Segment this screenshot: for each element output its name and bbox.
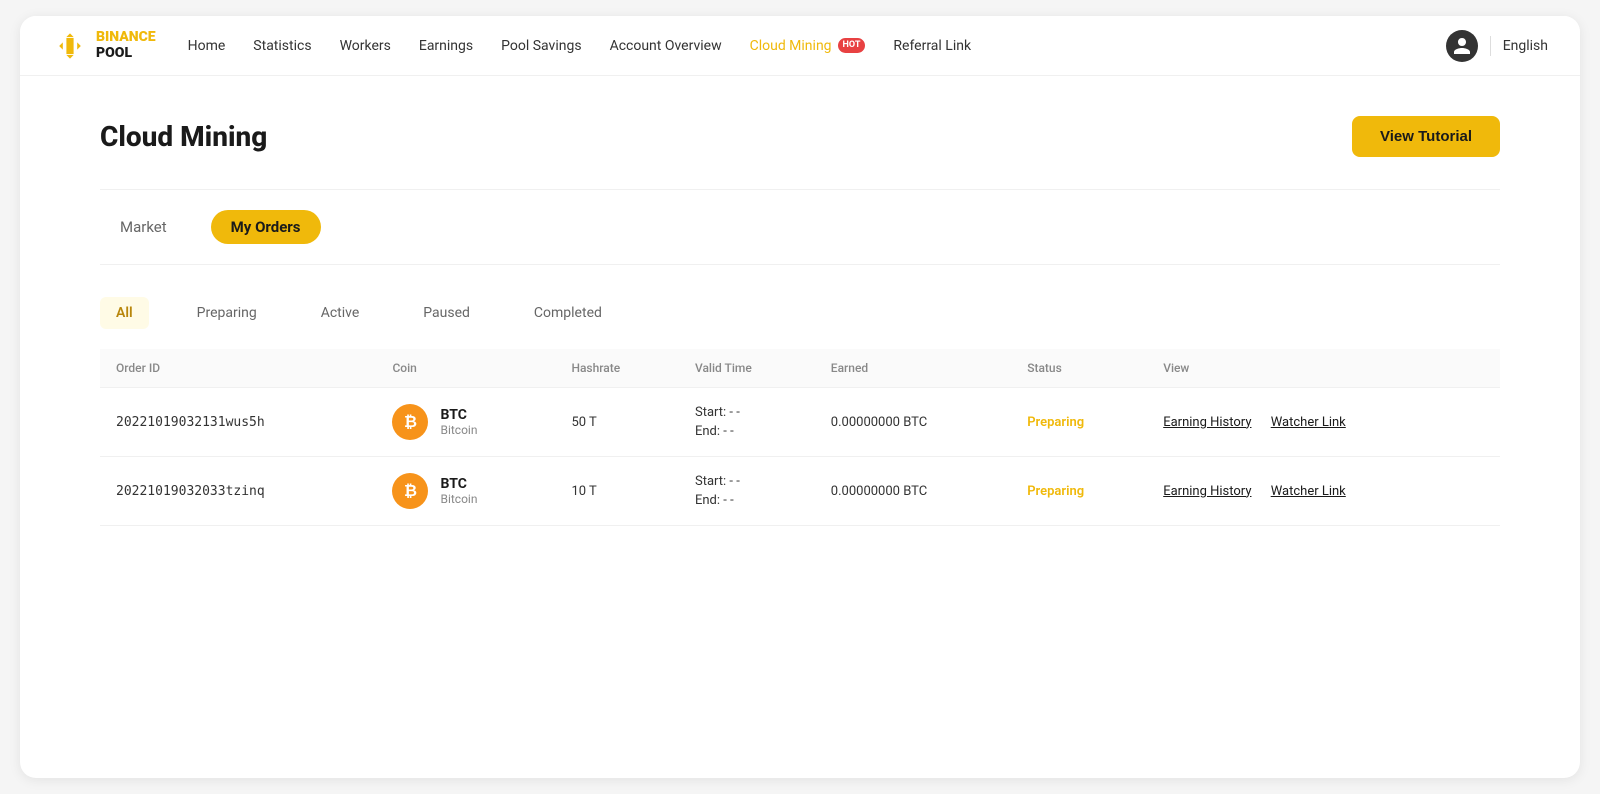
order-id-cell: 20221019032033tzinq [100,457,376,526]
coin-name: Bitcoin [440,423,477,437]
order-id-text: 20221019032033tzinq [116,484,265,499]
col-coin: Coin [376,349,555,388]
coin-info: BTC Bitcoin [440,407,477,437]
table-row: 20221019032131wus5h ₿ BTC Bitcoin 50 T [100,388,1500,457]
coin-name: Bitcoin [440,492,477,506]
nav-statistics[interactable]: Statistics [253,38,311,54]
nav-divider [1490,36,1491,56]
col-hashrate: Hashrate [555,349,679,388]
logo-text: BINANCE POOL [96,30,156,61]
nav-workers[interactable]: Workers [340,38,391,54]
nav-earnings[interactable]: Earnings [419,38,473,54]
page-wrapper: BINANCE POOL Home Statistics Workers Ear… [20,16,1580,778]
binance-logo-icon [52,28,88,64]
earning-history-link-2[interactable]: Earning History [1163,484,1251,499]
order-tabs: Market My Orders [100,189,1500,265]
navbar: BINANCE POOL Home Statistics Workers Ear… [20,16,1580,76]
valid-end: End: - - [695,493,799,508]
status-tab-active[interactable]: Active [305,297,376,329]
nav-links: Home Statistics Workers Earnings Pool Sa… [188,38,1446,54]
logo[interactable]: BINANCE POOL [52,28,156,64]
nav-account-overview[interactable]: Account Overview [610,38,722,54]
nav-referral-link[interactable]: Referral Link [893,38,971,54]
page-title: Cloud Mining [100,120,267,153]
view-cell: Earning History Watcher Link [1147,457,1500,526]
nav-home[interactable]: Home [188,38,226,54]
col-view: View [1147,349,1500,388]
valid-start: Start: - - [695,474,799,489]
watcher-link-1[interactable]: Watcher Link [1271,415,1346,430]
view-tutorial-button[interactable]: View Tutorial [1352,116,1500,157]
table-body: 20221019032131wus5h ₿ BTC Bitcoin 50 T [100,388,1500,526]
view-cell: Earning History Watcher Link [1147,388,1500,457]
valid-time-cell: Start: - - End: - - [679,388,815,457]
nav-cloud-mining[interactable]: Cloud Mining HOT [750,38,866,54]
order-id-cell: 20221019032131wus5h [100,388,376,457]
nav-pool-savings[interactable]: Pool Savings [501,38,581,54]
page-header: Cloud Mining View Tutorial [100,116,1500,157]
coin-symbol: BTC [440,407,477,423]
order-id-text: 20221019032131wus5h [116,415,265,430]
status-tab-all[interactable]: All [100,297,149,329]
coin-cell: ₿ BTC Bitcoin [376,457,555,526]
earning-history-link-1[interactable]: Earning History [1163,415,1251,430]
nav-right: English [1446,30,1548,62]
hot-badge: HOT [838,38,866,53]
account-icon [1452,36,1472,56]
table-header: Order ID Coin Hashrate Valid Time Earned… [100,349,1500,388]
col-status: Status [1011,349,1147,388]
hashrate-cell: 10 T [555,457,679,526]
tab-market[interactable]: Market [100,210,187,244]
coin-info: BTC Bitcoin [440,476,477,506]
status-badge: Preparing [1027,415,1084,430]
col-order-id: Order ID [100,349,376,388]
language-selector[interactable]: English [1503,38,1548,54]
col-valid-time: Valid Time [679,349,815,388]
status-cell: Preparing [1011,457,1147,526]
user-icon[interactable] [1446,30,1478,62]
table-row: 20221019032033tzinq ₿ BTC Bitcoin 10 T [100,457,1500,526]
status-badge: Preparing [1027,484,1084,499]
watcher-link-2[interactable]: Watcher Link [1271,484,1346,499]
earned-cell: 0.00000000 BTC [815,388,1011,457]
btc-icon: ₿ [392,404,428,440]
status-tab-paused[interactable]: Paused [407,297,486,329]
coin-cell: ₿ BTC Bitcoin [376,388,555,457]
main-content: Cloud Mining View Tutorial Market My Ord… [20,76,1580,566]
tab-my-orders[interactable]: My Orders [211,210,321,244]
status-tab-preparing[interactable]: Preparing [181,297,273,329]
status-tab-completed[interactable]: Completed [518,297,618,329]
hashrate-cell: 50 T [555,388,679,457]
status-tabs: All Preparing Active Paused Completed [100,297,1500,329]
valid-start: Start: - - [695,405,799,420]
btc-icon: ₿ [392,473,428,509]
status-cell: Preparing [1011,388,1147,457]
valid-end: End: - - [695,424,799,439]
coin-symbol: BTC [440,476,477,492]
earned-cell: 0.00000000 BTC [815,457,1011,526]
valid-time-cell: Start: - - End: - - [679,457,815,526]
col-earned: Earned [815,349,1011,388]
orders-table: Order ID Coin Hashrate Valid Time Earned… [100,349,1500,526]
